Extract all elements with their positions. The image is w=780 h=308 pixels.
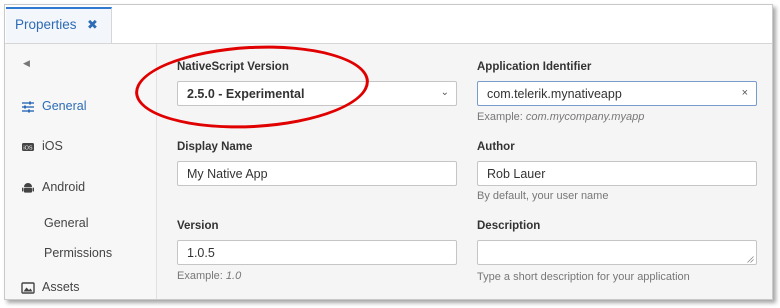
resize-handle-icon[interactable] (747, 256, 754, 263)
app-id-hint: Example: com.mycompany.myapp (477, 111, 645, 123)
properties-form: NativeScript Version 2.5.0 - Experimenta… (157, 44, 772, 299)
sidebar-item-android[interactable]: Android (5, 174, 156, 202)
description-hint: Type a short description for your applic… (477, 271, 690, 283)
ios-icon: iOS (22, 143, 34, 151)
tab-label: Properties (15, 17, 77, 32)
sidebar-subitem-android-permissions[interactable]: Permissions (44, 246, 112, 260)
clear-icon[interactable]: × (742, 87, 748, 99)
app-id-value: com.telerik.mynativeapp (487, 87, 622, 101)
svg-text:iOS: iOS (23, 145, 33, 151)
display-name-label: Display Name (177, 141, 253, 153)
ns-version-label: NativeScript Version (177, 61, 289, 73)
sidebar-subitem-android-general[interactable]: General (44, 216, 88, 230)
display-name-input[interactable]: My Native App (177, 161, 457, 186)
sidebar: ◀ General iOS iOS Android General Permis… (5, 44, 157, 299)
properties-window: Properties ✖ ◀ General iOS iOS Android G… (4, 4, 773, 300)
image-icon (21, 282, 35, 294)
author-hint: By default, your user name (477, 190, 609, 202)
description-textarea[interactable] (477, 240, 757, 265)
collapse-arrow-icon[interactable]: ◀ (23, 58, 30, 69)
version-input[interactable]: 1.0.5 (177, 240, 457, 265)
sidebar-item-assets[interactable]: Assets (5, 274, 156, 302)
app-id-input[interactable]: com.telerik.mynativeapp × (477, 81, 757, 106)
chevron-down-icon[interactable]: ⌄ (441, 87, 449, 98)
version-label: Version (177, 220, 219, 232)
sidebar-item-label: Assets (42, 280, 80, 294)
tab-properties[interactable]: Properties ✖ (6, 7, 112, 43)
sliders-icon (22, 101, 34, 113)
version-hint: Example: 1.0 (177, 270, 242, 282)
sidebar-item-label: iOS (42, 139, 63, 153)
ns-version-value: 2.5.0 - Experimental (187, 87, 305, 101)
close-icon[interactable]: ✖ (87, 17, 98, 33)
sidebar-item-ios[interactable]: iOS iOS (5, 133, 156, 161)
author-label: Author (477, 141, 515, 153)
sidebar-item-label: Android (42, 180, 86, 194)
tab-strip: Properties ✖ (5, 5, 772, 44)
ns-version-select[interactable]: 2.5.0 - Experimental ⌄ (177, 81, 457, 106)
display-name-value: My Native App (187, 167, 268, 181)
version-value: 1.0.5 (187, 246, 215, 260)
android-icon (22, 183, 34, 193)
description-label: Description (477, 220, 541, 232)
sidebar-item-label: General (42, 99, 87, 113)
author-value: Rob Lauer (487, 167, 546, 181)
app-id-label: Application Identifier (477, 61, 592, 73)
author-input[interactable]: Rob Lauer (477, 161, 757, 186)
sidebar-item-general[interactable]: General (5, 93, 156, 121)
